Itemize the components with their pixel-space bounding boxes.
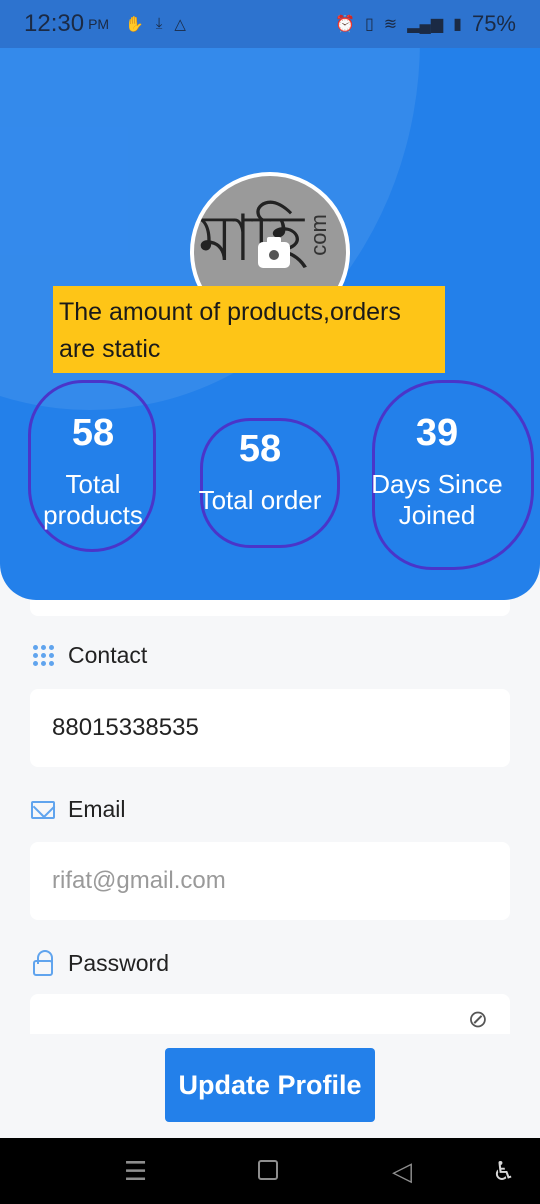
email-label: Email xyxy=(30,796,126,823)
eye-off-icon[interactable]: ⊘ xyxy=(468,1005,488,1034)
update-profile-button[interactable]: Update Profile xyxy=(165,1048,375,1122)
password-label-text: Password xyxy=(68,950,169,976)
stat-label: Total products xyxy=(43,469,143,530)
download-icon: ⤓ xyxy=(155,15,163,32)
wifi-icon: ≋ xyxy=(383,16,398,33)
stat-value: 58 xyxy=(71,412,115,454)
vibrate-icon: ▯ xyxy=(364,16,374,33)
stat-days-since-joined: 39 Days Since Joined xyxy=(368,412,506,531)
stat-value: 39 xyxy=(415,412,459,454)
status-right-icons: ⏰ ▯ ≋ ▂▄▆ ▮ 75% xyxy=(335,11,516,37)
password-label: Password xyxy=(30,949,169,977)
battery-percent: 75% xyxy=(471,11,516,36)
alarm-icon: ⏰ xyxy=(335,16,355,33)
back-icon[interactable]: ◁ xyxy=(392,1156,412,1186)
camera-icon[interactable] xyxy=(258,237,290,268)
stat-value: 58 xyxy=(238,428,282,470)
battery-icon: ▮ xyxy=(453,16,462,33)
lock-icon xyxy=(30,949,56,977)
form-card-top xyxy=(30,600,510,616)
accessibility-icon[interactable]: ♿ xyxy=(492,1156,515,1186)
status-time: 12:30 xyxy=(24,10,85,37)
status-ampm: PM xyxy=(88,16,110,32)
stat-total-order: 58 Total order xyxy=(186,428,334,516)
contact-label-text: Contact xyxy=(68,642,148,668)
drive-icon: △ xyxy=(174,16,186,33)
stat-label: Total order xyxy=(198,485,322,515)
email-input[interactable]: rifat@gmail.com xyxy=(30,842,510,920)
home-icon[interactable] xyxy=(258,1160,278,1180)
stat-label: Days Since Joined xyxy=(371,469,503,530)
email-label-text: Email xyxy=(68,796,126,822)
system-nav-bar: ☰ ◁ ♿ xyxy=(0,1138,540,1204)
gesture-icon: ✋ xyxy=(125,16,144,33)
contact-input[interactable]: 88015338535 xyxy=(30,689,510,767)
dialpad-icon xyxy=(30,643,56,669)
annotation-note: The amount of products,orders are static xyxy=(53,286,445,373)
stat-total-products: 58 Total products xyxy=(30,412,156,531)
password-input[interactable]: ⊘ xyxy=(30,994,510,1034)
status-left-icons: ✋ ⤓ △ xyxy=(125,15,186,33)
avatar-logo-side-text: com xyxy=(306,214,332,256)
mail-icon xyxy=(30,797,56,823)
signal-icon: ▂▄▆ xyxy=(407,16,444,33)
recents-icon[interactable]: ☰ xyxy=(124,1156,147,1186)
contact-label: Contact xyxy=(30,642,147,669)
status-bar: 12:30 PM ✋ ⤓ △ ⏰ ▯ ≋ ▂▄▆ ▮ 75% xyxy=(0,0,540,48)
